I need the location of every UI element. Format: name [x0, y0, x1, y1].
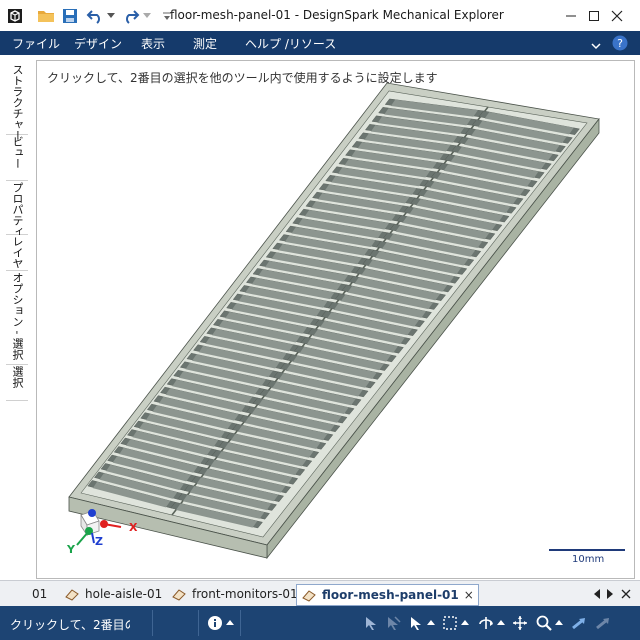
info-icon[interactable]	[206, 614, 224, 632]
undo-dropdown-icon[interactable]	[106, 6, 116, 26]
side-panel-tabs: ストラクチャー ビュー プロパティ レイヤ オプション - 選択 選択	[6, 60, 28, 401]
redo-dropdown-icon[interactable]	[142, 6, 152, 26]
next-view-icon[interactable]	[595, 614, 613, 632]
doc-tab-front-monitors[interactable]: front-monitors-01	[171, 584, 298, 604]
part-file-icon	[65, 589, 79, 601]
doc-tab-floor-mesh-panel[interactable]: floor-mesh-panel-01 ×	[296, 584, 479, 606]
open-folder-icon[interactable]	[36, 6, 56, 26]
part-file-icon	[302, 590, 316, 602]
previous-view-icon[interactable]	[571, 614, 589, 632]
app-logo-icon[interactable]	[4, 6, 26, 26]
scale-bar	[549, 549, 625, 551]
tab-structure[interactable]: ストラクチャー	[6, 60, 28, 141]
doc-tab-label: hole-aisle-01	[85, 587, 163, 601]
pointer-icon[interactable]	[407, 614, 425, 632]
status-bar: クリックして、2番目の選択	[0, 606, 640, 640]
orbit-icon[interactable]	[477, 614, 495, 632]
window-title: floor-mesh-panel-01 - DesignSpark Mechan…	[170, 8, 504, 22]
pan-icon[interactable]	[511, 614, 529, 632]
design-viewport[interactable]: クリックして、2番目の選択を他のツール内で使用するように設定します X Y Z …	[36, 60, 635, 579]
tab-properties[interactable]: プロパティ	[6, 178, 28, 237]
scale-label: 10mm	[572, 554, 605, 565]
x-axis-label: X	[129, 521, 138, 534]
title-bar: floor-mesh-panel-01 - DesignSpark Mechan…	[0, 0, 640, 32]
save-icon[interactable]	[60, 6, 80, 26]
menu-item-measure[interactable]: 測定	[193, 35, 217, 52]
doc-tab-label: front-monitors-01	[192, 587, 298, 601]
menu-item-help[interactable]: ヘルプ /リソース	[245, 35, 336, 52]
doc-tab-label: floor-mesh-panel-01	[322, 588, 459, 602]
document-tabs: 01 hole-aisle-01 front-monitors-01 floor…	[0, 580, 640, 607]
status-message: クリックして、2番目の選択	[10, 618, 130, 632]
box-select-icon[interactable]	[441, 614, 459, 632]
tabs-close-all-icon[interactable]	[621, 588, 631, 602]
close-icon[interactable]	[594, 0, 640, 31]
tab-view[interactable]: ビュー	[6, 132, 28, 181]
undo-icon[interactable]	[85, 6, 105, 26]
zoom-dropdown-icon[interactable]	[555, 614, 563, 632]
select-mode-icon[interactable]	[362, 614, 380, 632]
select-through-icon[interactable]	[384, 614, 402, 632]
help-icon[interactable]: ?	[612, 35, 628, 54]
svg-text:?: ?	[617, 37, 623, 50]
redo-icon[interactable]	[121, 6, 141, 26]
viewport-hint: クリックして、2番目の選択を他のツール内で使用するように設定します	[47, 71, 438, 85]
zoom-icon[interactable]	[535, 614, 553, 632]
pointer-dropdown-icon[interactable]	[427, 614, 435, 632]
part-file-icon	[172, 589, 186, 601]
ribbon-collapse-icon[interactable]	[591, 39, 601, 53]
doc-tab-hole-aisle[interactable]: hole-aisle-01	[64, 584, 162, 604]
orbit-dropdown-icon[interactable]	[497, 614, 505, 632]
doc-tab-partial-label: 01	[32, 587, 48, 601]
info-dropdown-icon[interactable]	[226, 614, 234, 632]
tab-close-icon[interactable]: ×	[464, 588, 474, 602]
y-axis-label: Y	[67, 543, 75, 556]
tab-layers[interactable]: レイヤ	[6, 232, 28, 271]
menu-item-view[interactable]: 表示	[141, 35, 165, 52]
tab-select[interactable]: 選択	[6, 362, 28, 401]
tabs-scroll-left-icon[interactable]	[593, 588, 601, 602]
z-axis-dot-icon	[88, 509, 96, 517]
menu-bar: ファイル デザイン 表示 測定 ヘルプ /リソース ?	[0, 31, 640, 55]
tabs-scroll-right-icon[interactable]	[606, 588, 614, 602]
doc-tab-partial[interactable]: 01	[32, 584, 47, 604]
tab-options-select[interactable]: オプション - 選択	[6, 268, 28, 365]
menu-item-design[interactable]: デザイン	[74, 35, 122, 52]
menu-item-file[interactable]: ファイル	[12, 35, 60, 52]
z-axis-label: Z	[95, 535, 103, 548]
box-select-dropdown-icon[interactable]	[461, 614, 469, 632]
